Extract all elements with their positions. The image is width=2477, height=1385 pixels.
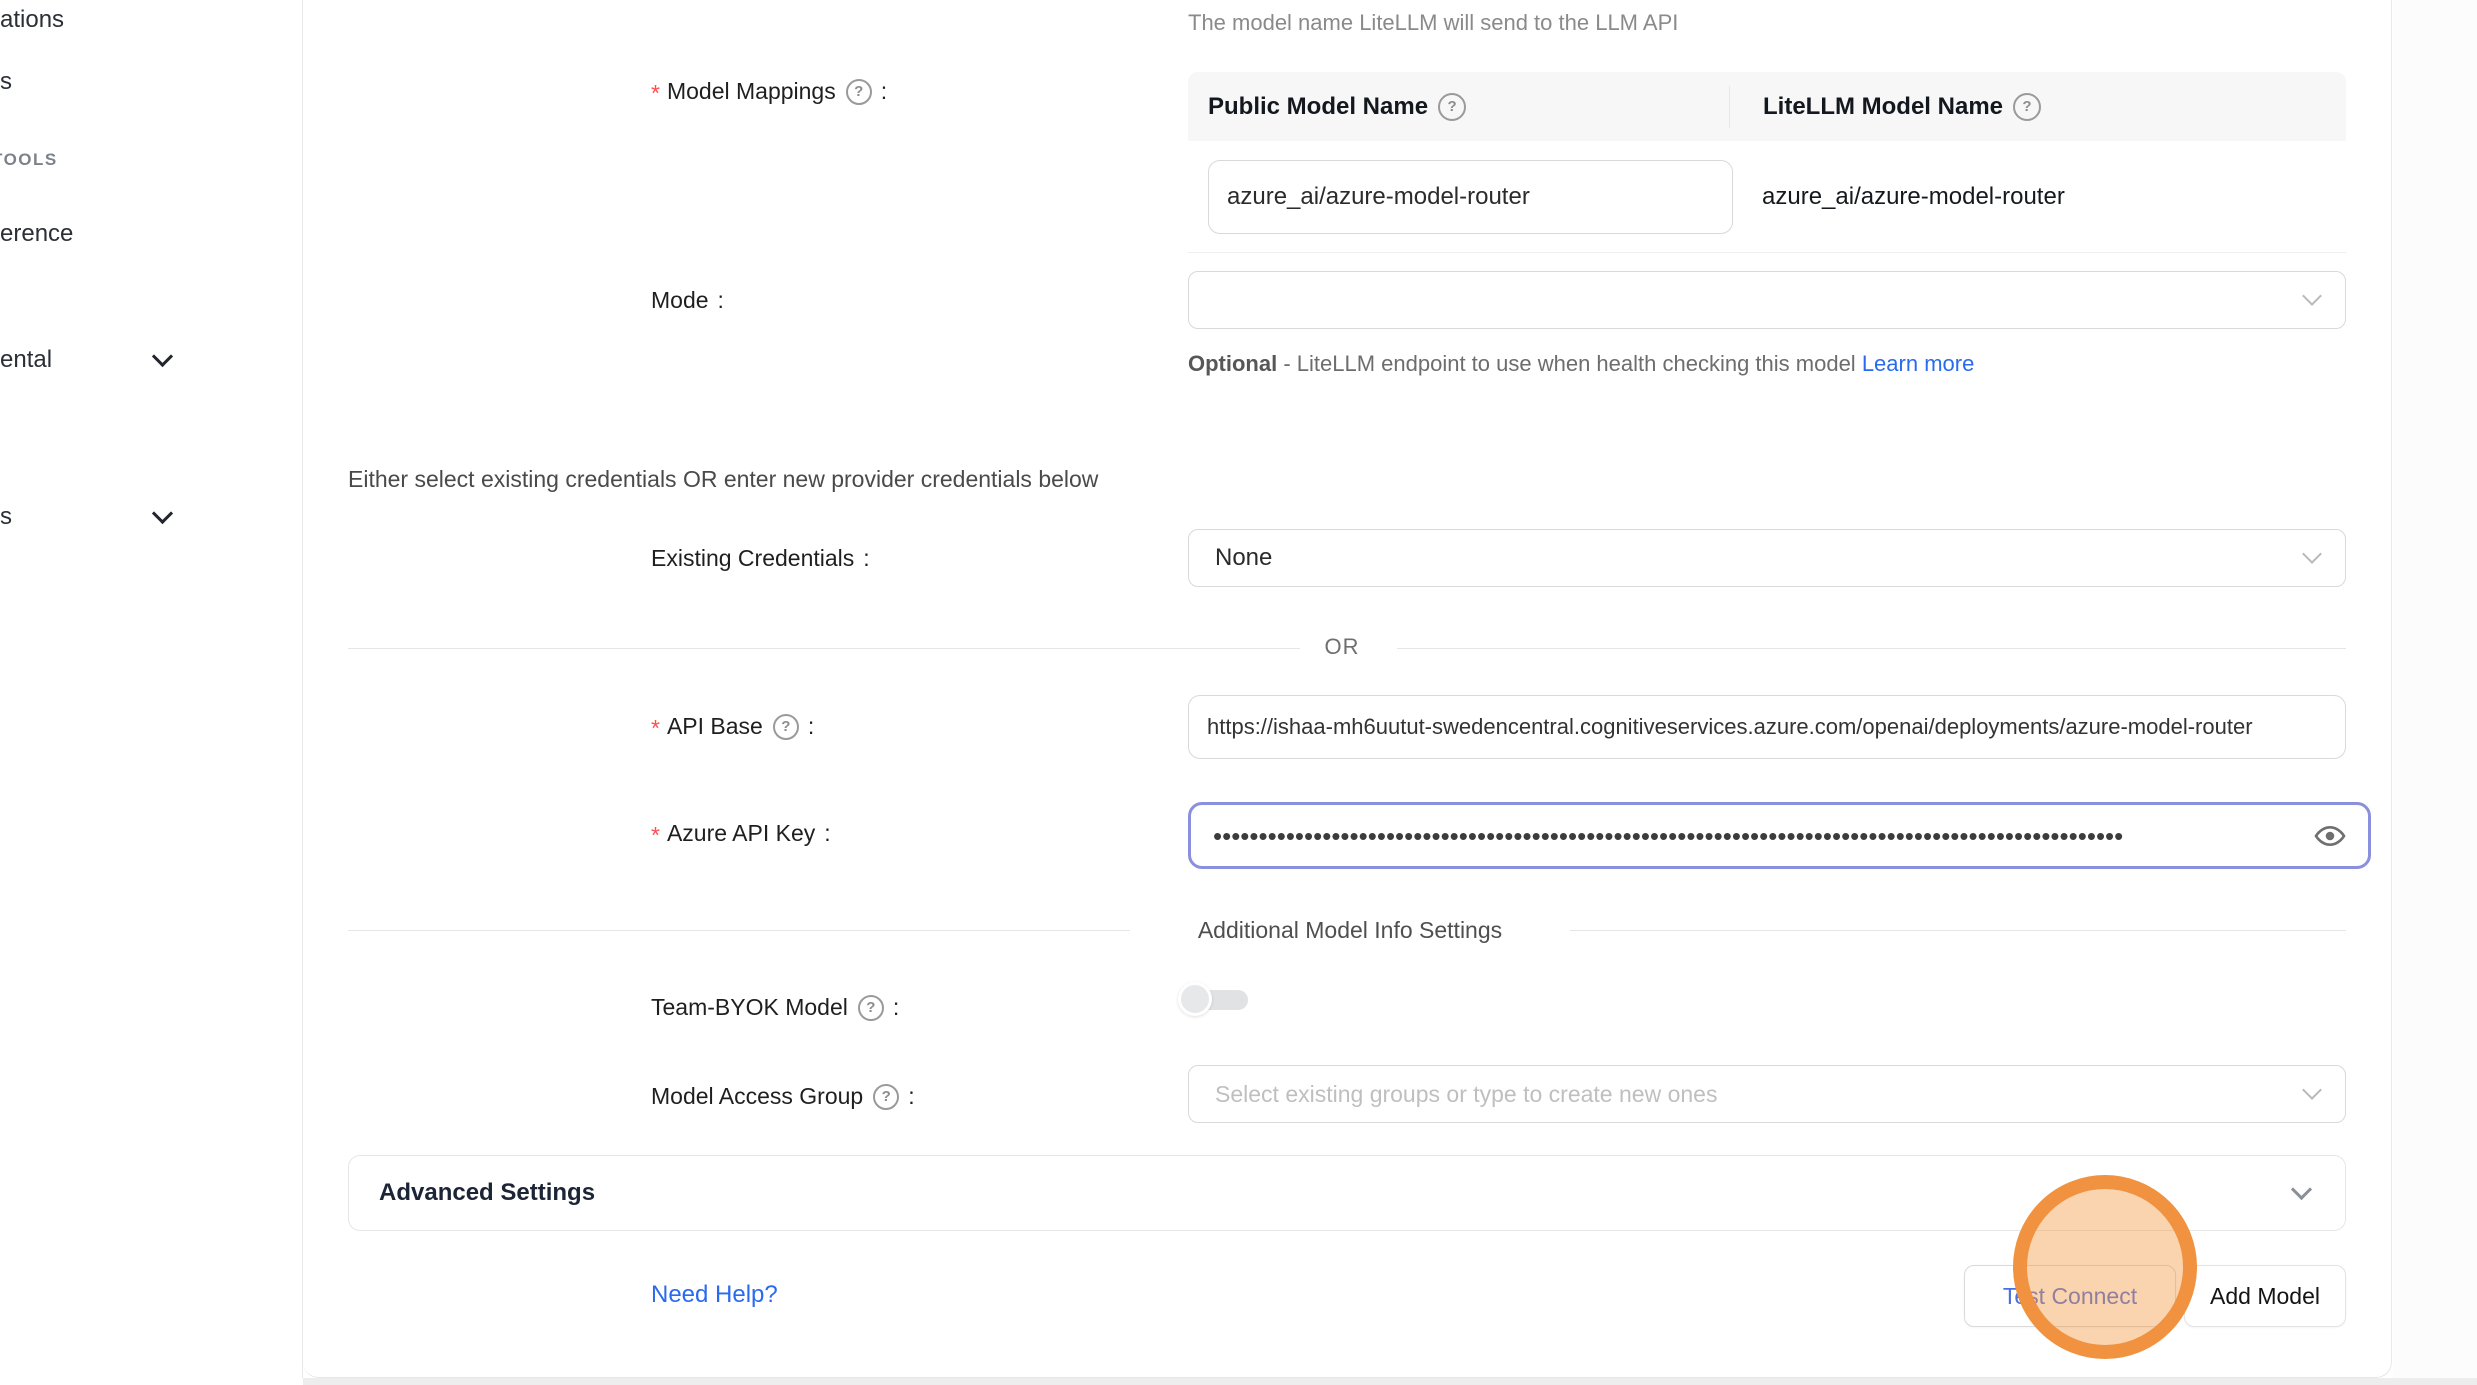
- toggle-knob: [1178, 982, 1212, 1016]
- required-marker: *: [651, 715, 660, 742]
- question-circle-icon[interactable]: ?: [773, 714, 799, 740]
- question-circle-icon[interactable]: ?: [858, 995, 884, 1021]
- divider-line: [348, 648, 1300, 649]
- add-model-form-card: The model name LiteLLM will send to the …: [303, 0, 2392, 1378]
- azure-api-key-label: * Azure API Key :: [651, 820, 831, 847]
- chevron-down-icon: [152, 346, 173, 367]
- model-mappings-table-row: azure_ai/azure-model-router: [1188, 141, 2346, 253]
- team-byok-label: Team-BYOK Model ? :: [651, 994, 899, 1021]
- learn-more-link[interactable]: Learn more: [1862, 351, 1975, 376]
- add-model-page: ations s TOOLS erence ental s The model …: [0, 0, 2477, 1385]
- add-model-button[interactable]: Add Model: [2184, 1265, 2346, 1327]
- page-background-strip: [303, 1378, 2477, 1385]
- model-access-group-select[interactable]: Select existing groups or type to create…: [1188, 1065, 2346, 1123]
- sidebar-item-models[interactable]: s: [0, 68, 12, 96]
- sidebar-item-organizations[interactable]: ations: [0, 6, 64, 34]
- question-circle-icon[interactable]: ?: [1438, 93, 1466, 121]
- litellm-model-name-header: LiteLLM Model Name ?: [1730, 93, 2041, 121]
- public-model-name-header: Public Model Name ?: [1188, 93, 1729, 121]
- question-circle-icon[interactable]: ?: [846, 79, 872, 105]
- eye-icon[interactable]: [2314, 820, 2346, 852]
- litellm-model-name-helper: The model name LiteLLM will send to the …: [1188, 10, 1678, 36]
- need-help-link[interactable]: Need Help?: [651, 1281, 778, 1309]
- chevron-down-icon: [2302, 286, 2322, 306]
- chevron-down-icon: [152, 503, 173, 524]
- model-access-group-label: Model Access Group ? :: [651, 1083, 915, 1110]
- existing-credentials-label: Existing Credentials:: [651, 545, 870, 572]
- sidebar-item-settings[interactable]: s: [0, 503, 12, 531]
- or-divider-text: OR: [1310, 634, 1374, 660]
- sidebar-section-tools: TOOLS: [0, 150, 58, 170]
- team-byok-toggle[interactable]: [1178, 982, 1250, 1018]
- question-circle-icon[interactable]: ?: [2013, 93, 2041, 121]
- question-circle-icon[interactable]: ?: [873, 1084, 899, 1110]
- masked-api-key-value: ••••••••••••••••••••••••••••••••••••••••…: [1213, 823, 2123, 849]
- sidebar: ations s TOOLS erence ental s: [0, 0, 303, 1378]
- litellm-model-name-value: azure_ai/azure-model-router: [1762, 183, 2065, 211]
- mode-label: Mode:: [651, 287, 724, 314]
- required-marker: *: [651, 822, 660, 849]
- mode-select[interactable]: [1188, 271, 2346, 329]
- mode-helper-text: Optional - LiteLLM endpoint to use when …: [1188, 344, 1988, 384]
- section-divider-text: Additional Model Info Settings: [1150, 917, 1550, 944]
- model-mappings-table: Public Model Name ? LiteLLM Model Name ?…: [1188, 72, 2346, 253]
- sidebar-item-experimental[interactable]: ental: [0, 346, 52, 374]
- page-background-gutter: [2393, 0, 2477, 1378]
- advanced-settings-panel[interactable]: Advanced Settings: [348, 1155, 2346, 1231]
- advanced-settings-title: Advanced Settings: [379, 1179, 595, 1207]
- sidebar-item-reference[interactable]: erence: [0, 220, 73, 248]
- required-marker: *: [651, 80, 660, 107]
- chevron-down-icon: [2302, 1080, 2322, 1100]
- chevron-down-icon: [2302, 544, 2322, 564]
- model-mappings-table-header: Public Model Name ? LiteLLM Model Name ?: [1188, 72, 2346, 141]
- azure-api-key-input[interactable]: ••••••••••••••••••••••••••••••••••••••••…: [1188, 802, 2371, 869]
- divider-line: [348, 930, 1130, 931]
- divider-line: [1570, 930, 2346, 931]
- credentials-note: Either select existing credentials OR en…: [348, 466, 1098, 493]
- model-access-group-placeholder: Select existing groups or type to create…: [1215, 1081, 1717, 1108]
- api-base-input[interactable]: [1188, 695, 2346, 759]
- model-mappings-label: * Model Mappings ? :: [651, 78, 887, 105]
- existing-credentials-select[interactable]: None: [1188, 529, 2346, 587]
- divider-line: [1397, 648, 2346, 649]
- api-base-label: * API Base ? :: [651, 713, 814, 740]
- public-model-name-input[interactable]: [1208, 160, 1733, 234]
- chevron-down-icon: [2291, 1179, 2312, 1200]
- test-connect-button[interactable]: Test Connect: [1964, 1265, 2176, 1327]
